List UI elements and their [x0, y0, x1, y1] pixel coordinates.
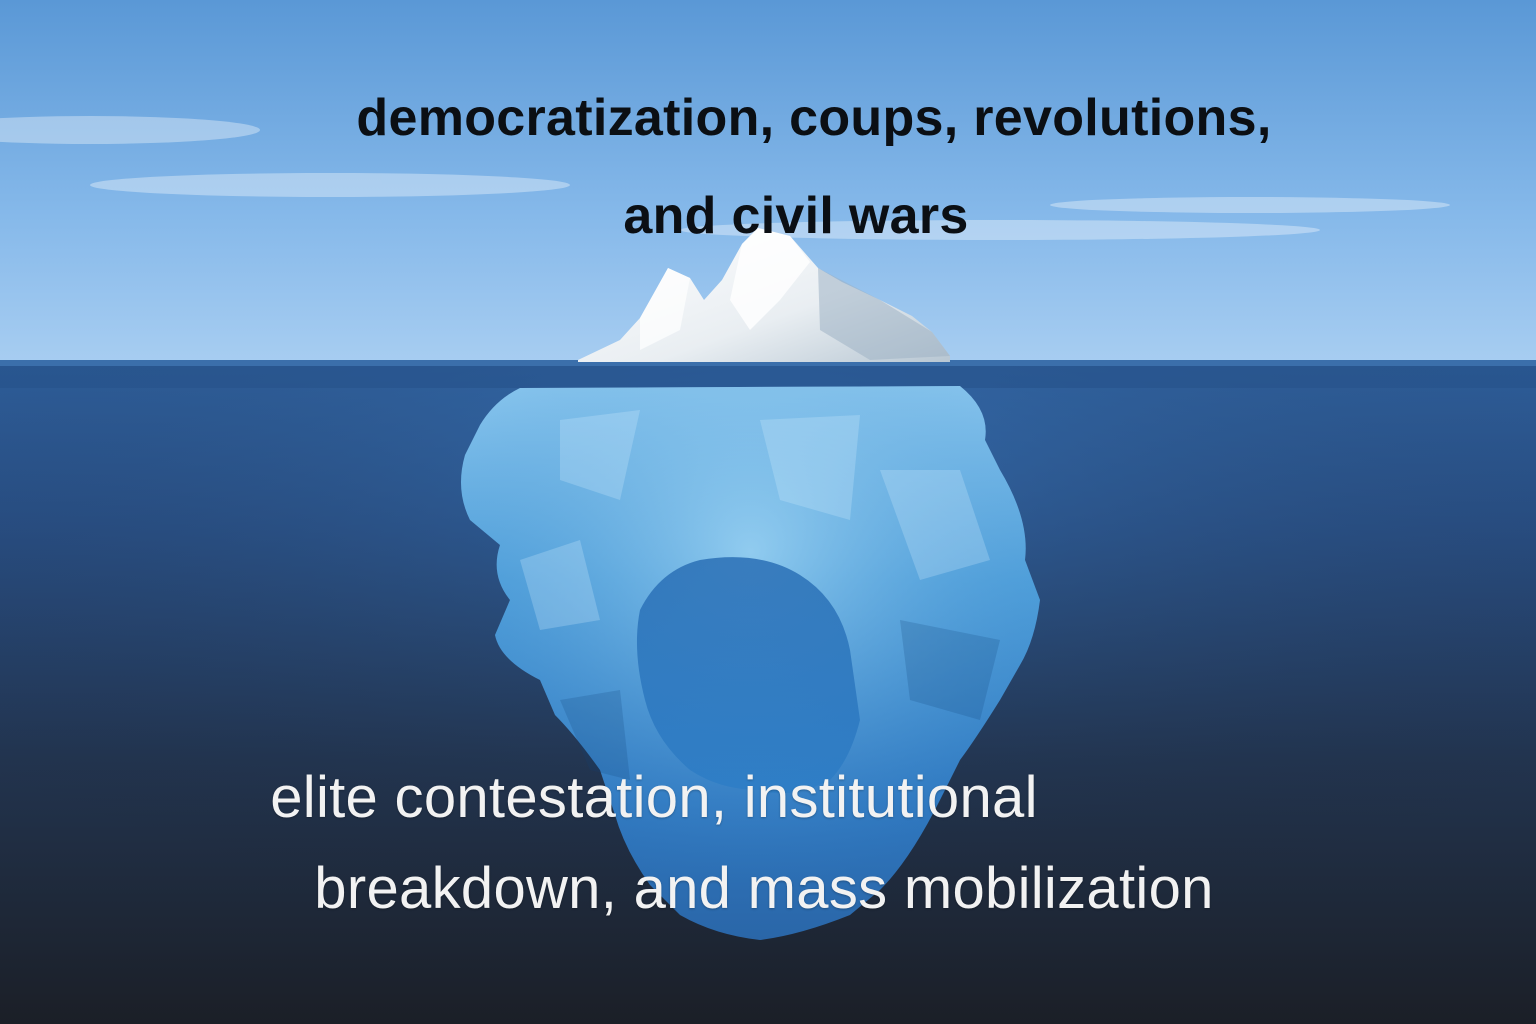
above-water-caption-line1: democratization, coups, revolutions, — [356, 89, 1272, 147]
above-water-caption: democratization, coups, revolutions, and… — [0, 70, 1536, 266]
iceberg-scene: democratization, coups, revolutions, and… — [0, 0, 1536, 1024]
below-water-caption-line2: breakdown, and mass mobilization — [314, 856, 1214, 922]
above-water-caption-line2: and civil wars — [623, 186, 969, 245]
below-water-caption-line1: elite contestation, institutional — [270, 765, 1038, 830]
below-water-caption: elite contestation, institutional breakd… — [0, 752, 1536, 934]
